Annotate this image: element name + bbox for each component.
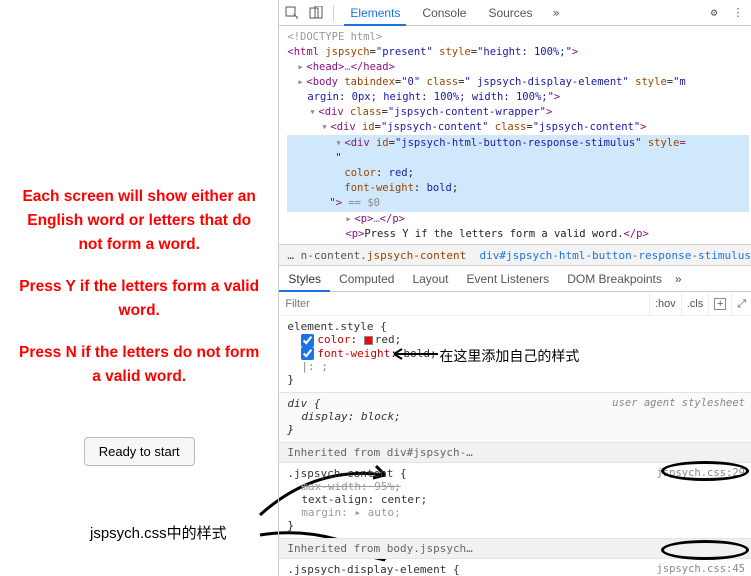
jspsych-display-rule[interactable]: jspsych.css:45 .jspsych-display-element … <box>279 559 751 576</box>
prop-color-check[interactable] <box>301 334 314 347</box>
tab-console[interactable]: Console <box>416 0 472 26</box>
selected-node[interactable]: ▾<div id="jspsych-html-button-response-s… <box>287 135 749 212</box>
devtools-toolbar: Elements Console Sources » ⚙ ⋮ <box>279 0 751 26</box>
experiment-viewport: Each screen will show either an English … <box>0 0 278 576</box>
breadcrumb-path[interactable]: … n-content.jspsych-content div#jspsych-… <box>279 244 751 266</box>
doctype-row: <!DOCTYPE html> <box>287 31 382 43</box>
cls-toggle[interactable]: .cls <box>681 292 709 316</box>
kebab-icon[interactable]: ⋮ <box>731 6 745 20</box>
ready-button[interactable]: Ready to start <box>84 437 195 466</box>
body-style-cont: argin: 0px; height: 100%; width: 100%;" <box>307 91 554 103</box>
stimulus-line-3: Press N if the letters do not form a val… <box>14 341 264 389</box>
styles-filter-input[interactable] <box>279 293 649 315</box>
subtab-events[interactable]: Event Listeners <box>457 266 558 292</box>
source-link-2[interactable]: jspsych.css:45 <box>656 563 745 575</box>
add-style-note: 在这里添加自己的样式 <box>439 346 579 366</box>
subtab-computed[interactable]: Computed <box>330 266 403 292</box>
subtab-overflow-icon[interactable]: » <box>675 272 682 286</box>
tab-elements[interactable]: Elements <box>344 0 406 26</box>
stimulus-line-2: Press Y if the letters form a valid word… <box>14 275 264 323</box>
subtab-dom[interactable]: DOM Breakpoints <box>558 266 671 292</box>
stimulus-line-1: Each screen will show either an English … <box>14 185 264 257</box>
devtools-panel: Elements Console Sources » ⚙ ⋮ <!DOCTYPE… <box>278 0 751 576</box>
elements-tree[interactable]: <!DOCTYPE html> <html jspsych="present" … <box>279 26 751 244</box>
styles-more-icon[interactable]: ⤢ <box>731 292 751 316</box>
settings-icon[interactable]: ⚙ <box>707 6 721 20</box>
styles-subtabs: Styles Computed Layout Event Listeners D… <box>279 266 751 292</box>
subtab-layout[interactable]: Layout <box>403 266 457 292</box>
jspsych-content-rule[interactable]: jspsych.css:29 .jspsych-content { max-wi… <box>279 463 751 539</box>
stimulus-text: Each screen will show either an English … <box>10 185 268 407</box>
hov-toggle[interactable]: :hov <box>649 292 681 316</box>
source-link-1[interactable]: jspsych.css:29 <box>656 467 745 479</box>
inspect-icon[interactable] <box>285 6 299 20</box>
tab-sources[interactable]: Sources <box>482 0 538 26</box>
subtab-styles[interactable]: Styles <box>279 266 330 292</box>
inherited-header-2: Inherited from body.jspsych… <box>279 539 751 559</box>
inherited-header-1: Inherited from div#jspsych-… <box>279 443 751 463</box>
jspsych-css-note: jspsych.css中的样式 <box>90 522 227 543</box>
tabs-overflow-icon[interactable]: » <box>552 6 559 20</box>
device-icon[interactable] <box>309 6 323 20</box>
user-agent-rule: user agent stylesheet div { display: blo… <box>279 393 751 443</box>
prop-fw-check[interactable] <box>301 347 314 360</box>
new-rule-button[interactable]: + <box>708 292 731 316</box>
styles-filter-bar: :hov .cls + ⤢ <box>279 292 751 316</box>
